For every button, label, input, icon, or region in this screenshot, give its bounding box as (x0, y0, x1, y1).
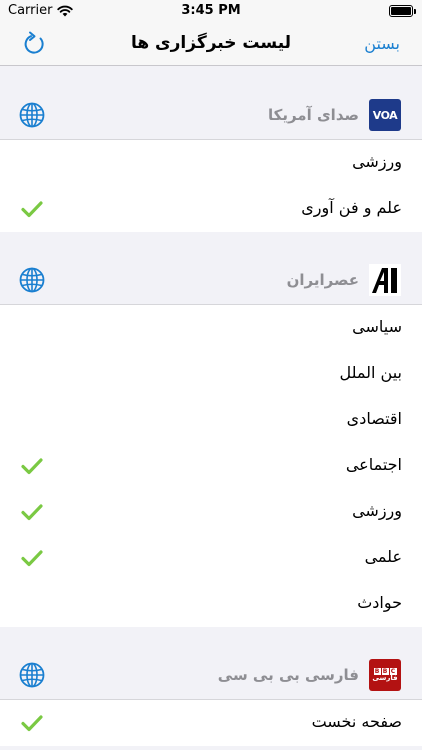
list-item[interactable]: علمی (0, 535, 422, 581)
source-group-voa: صدای آمریکا VOA ورزشی علم و فن آوری (0, 67, 422, 232)
checkmark-icon (21, 201, 43, 218)
item-label: اقتصادی (346, 409, 402, 428)
close-button[interactable]: بستن (364, 34, 400, 53)
source-group-bbc: فارسی بی بی سی BBC فارسی صفحه نخست (0, 627, 422, 746)
item-label: ورزشی (352, 152, 402, 171)
item-label: اجتماعی (345, 455, 402, 474)
source-header: فارسی بی بی سی BBC فارسی (0, 627, 422, 700)
item-label: صفحه نخست (311, 712, 402, 731)
list-item[interactable]: اجتماعی (0, 443, 422, 489)
globe-icon[interactable] (19, 267, 45, 293)
list-item[interactable]: ورزشی (0, 140, 422, 186)
bbc-logo: BBC فارسی (369, 659, 401, 691)
item-label: علمی (364, 547, 402, 566)
checkmark-icon (21, 550, 43, 567)
source-header: عصرایران (0, 232, 422, 305)
list-item[interactable]: اقتصادی (0, 397, 422, 443)
battery-icon (389, 5, 416, 17)
list-item[interactable]: بین الملل (0, 351, 422, 397)
category-list: ورزشی علم و فن آوری (0, 140, 422, 232)
checkmark-icon (21, 458, 43, 475)
asriran-logo (369, 264, 401, 296)
category-list: سیاسی بین الملل اقتصادی اجتماعی ورزشی عل… (0, 305, 422, 627)
status-bar: Carrier 3:45 PM (0, 0, 422, 22)
globe-icon[interactable] (19, 662, 45, 688)
checkmark-icon (21, 715, 43, 732)
list-item[interactable]: علم و فن آوری (0, 186, 422, 232)
source-name: فارسی بی بی سی (217, 666, 359, 684)
list-item[interactable]: حوادث (0, 581, 422, 627)
source-header: صدای آمریکا VOA (0, 67, 422, 140)
item-label: علم و فن آوری (301, 198, 402, 217)
item-label: حوادث (357, 593, 402, 612)
bbc-logo-subtext: فارسی (372, 673, 398, 682)
globe-icon[interactable] (19, 102, 45, 128)
voa-logo-text: VOA (372, 108, 398, 122)
category-list: صفحه نخست (0, 700, 422, 746)
source-name: صدای آمریکا (267, 106, 359, 124)
voa-logo: VOA (369, 99, 401, 131)
list-item[interactable]: سیاسی (0, 305, 422, 351)
asriran-logo-mark (370, 265, 400, 295)
item-label: ورزشی (352, 501, 402, 520)
source-name: عصرایران (286, 271, 359, 289)
sources-list: صدای آمریکا VOA ورزشی علم و فن آوری عصرا… (0, 67, 422, 746)
status-time: 3:45 PM (181, 3, 241, 18)
list-item[interactable]: صفحه نخست (0, 700, 422, 746)
list-item[interactable]: ورزشی (0, 489, 422, 535)
nav-bar: لیست خبرگزاری ها بستن (0, 22, 422, 66)
page-title: لیست خبرگزاری ها (130, 33, 292, 53)
item-label: بین الملل (339, 363, 402, 382)
checkmark-icon (21, 504, 43, 521)
source-group-asriran: عصرایران سیاسی بین الملل اقتصادی اجتماعی… (0, 232, 422, 627)
item-label: سیاسی (352, 317, 402, 336)
